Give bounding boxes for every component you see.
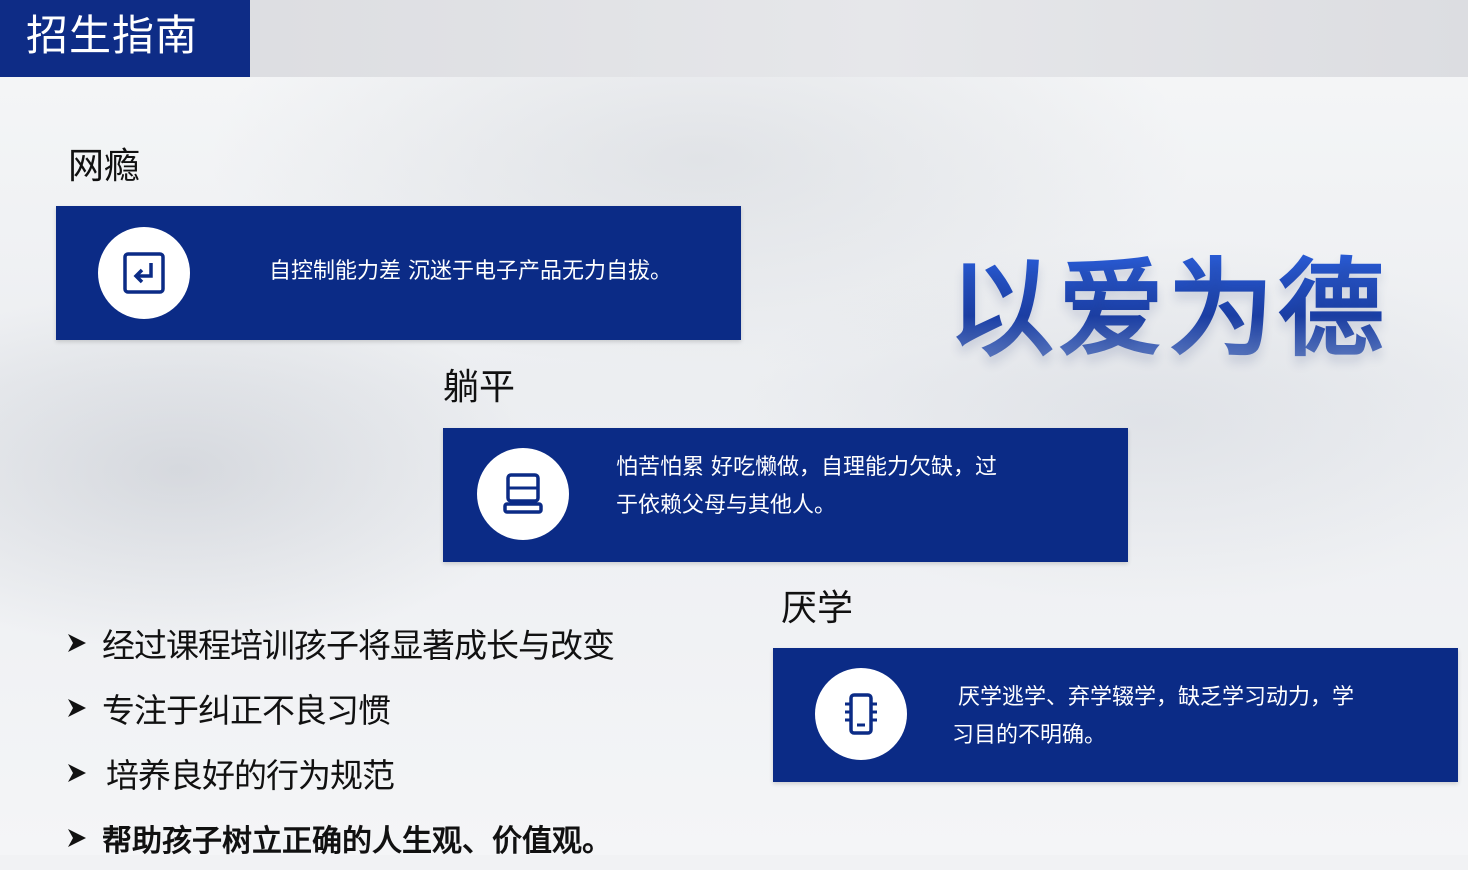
arrow-bullet-icon — [68, 633, 86, 652]
bullet-item: 帮助孩子树立正确的人生观、价值观。 — [66, 805, 614, 870]
computer-icon — [503, 473, 543, 514]
card-text: 自控制能力差 沉迷于电子产品无力自拔。 — [269, 259, 672, 284]
slogan: 以爱为德 — [948, 248, 1388, 371]
card-lying-flat: 怕苦怕累 好吃懒做，自理能力欠缺，过 于依赖父母与其他人。 — [443, 428, 1128, 562]
card-internet-addiction: 自控制能力差 沉迷于电子产品无力自拔。 — [56, 206, 741, 340]
icon-circle — [477, 448, 569, 540]
card-text-line: 于依赖父母与其他人。 — [616, 493, 837, 518]
bullet-item: 培养良好的行为规范 — [66, 740, 614, 805]
bullet-item: 经过课程培训孩子将显著成长与改变 — [66, 610, 615, 675]
bullet-text: 帮助孩子树立正确的人生观、价值观。 — [102, 823, 612, 859]
top-bar: 招生指南 — [0, 0, 1468, 77]
card-text: 怕苦怕累 好吃懒做，自理能力欠缺，过 于依赖父母与其他人。 — [616, 449, 997, 525]
icon-circle — [815, 668, 907, 760]
card-school-aversion: 厌学逃学、弃学辍学，缺乏学习动力，学 习目的不明确。 — [773, 648, 1458, 782]
arrow-bullet-icon — [68, 828, 86, 847]
page-title: 招生指南 — [26, 11, 199, 60]
bullet-list: 经过课程培训孩子将显著成长与改变 专注于纠正不良习惯 培养良好的行为规范 帮助孩… — [66, 610, 615, 870]
bullet-text: 专注于纠正不良习惯 — [102, 690, 391, 730]
card-text-line: 厌学逃学、弃学辍学，缺乏学习动力，学 — [958, 685, 1355, 710]
title-box: 招生指南 — [0, 0, 250, 77]
card-text: 厌学逃学、弃学辍学，缺乏学习动力，学 习目的不明确。 — [952, 679, 1355, 755]
card-text-line: 习目的不明确。 — [952, 723, 1107, 748]
enter-return-icon — [123, 252, 165, 294]
section-heading-internet-addiction: 网瘾 — [68, 146, 141, 187]
bullet-text: 经过课程培训孩子将显著成长与改变 — [102, 625, 615, 665]
arrow-bullet-icon — [68, 698, 86, 717]
card-text-line: 怕苦怕累 好吃懒做，自理能力欠缺，过 — [616, 455, 997, 480]
phone-icon — [845, 693, 877, 735]
icon-circle — [98, 227, 190, 319]
bullet-text: 培养良好的行为规范 — [106, 755, 395, 795]
section-heading-lying-flat: 躺平 — [443, 367, 516, 408]
bullet-item: 专注于纠正不良习惯 — [66, 675, 614, 740]
arrow-bullet-icon — [68, 763, 86, 782]
section-heading-school-aversion: 厌学 — [781, 588, 854, 629]
